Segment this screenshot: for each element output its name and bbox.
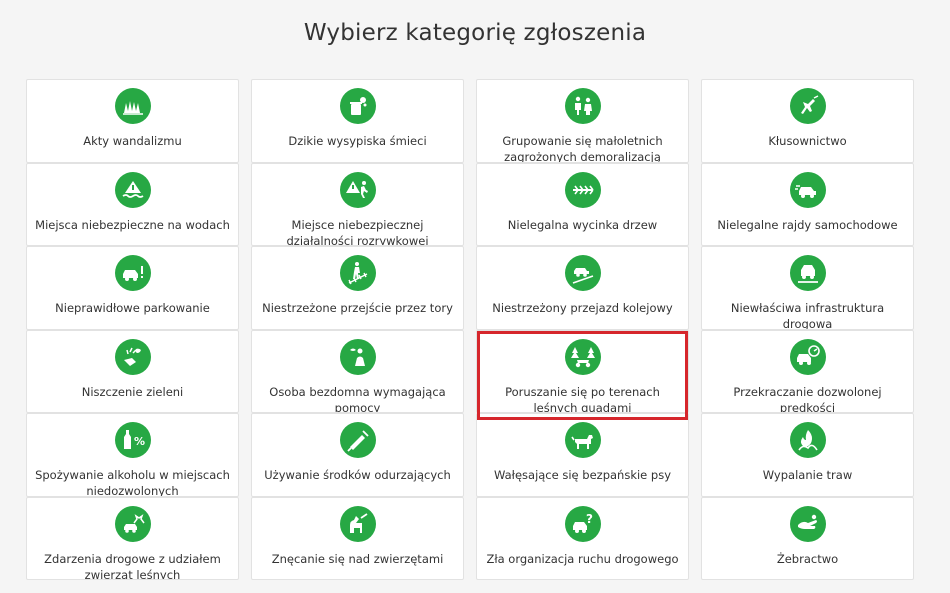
category-label: Niestrzeżony przejazd kolejowy: [492, 301, 673, 315]
category-card-16[interactable]: Przekraczanie dozwolonej prędkości: [701, 329, 914, 413]
category-card-17[interactable]: % Spożywanie alkoholu w miejscach niedozw…: [26, 413, 239, 497]
category-label: Przekraczanie dozwolonej prędkości: [733, 384, 882, 413]
category-card-18[interactable]: Używanie środków odurzających: [251, 413, 464, 497]
category-label: Nielegalna wycinka drzew: [507, 217, 658, 232]
category-label: Kłusownictwo: [768, 134, 847, 148]
category-card-19[interactable]: Wałęsające się bezpańskie psy: [476, 413, 689, 497]
parking-icon: [114, 255, 151, 291]
poaching-icon: [789, 88, 826, 124]
tree-felling-icon: [564, 171, 601, 208]
category-card-11[interactable]: Niestrzeżony przejazd kolejowy: [476, 246, 689, 330]
category-label: Akty wandalizmu: [83, 134, 182, 148]
alcohol-icon: %: [114, 422, 151, 458]
road-infrastructure-icon: [789, 255, 826, 291]
vandalism-icon: [114, 88, 151, 124]
category-label: Osoba bezdomna wymagająca pomocy: [269, 384, 446, 413]
category-card-23[interactable]: ? Zła organizacja ruchu drogowego: [476, 496, 689, 580]
traffic-organization-icon: ?: [564, 505, 601, 542]
greenery-destruction-icon: [114, 338, 151, 375]
category-card-7[interactable]: Nielegalna wycinka drzew: [476, 162, 689, 246]
danger-activity-icon: [339, 171, 376, 208]
category-label: Nielegalne rajdy samochodowe: [717, 217, 898, 232]
category-label: Wałęsające się bezpańskie psy: [494, 468, 671, 482]
rail-crossing-walk-icon: [339, 255, 376, 291]
category-card-10[interactable]: Niestrzeżone przejście przez tory: [251, 246, 464, 330]
category-card-5[interactable]: Miejsca niebezpieczne na wodach: [26, 162, 239, 246]
category-label: Grupowanie się małoletnich zagrożonych d…: [502, 134, 663, 163]
category-label: Niestrzeżone przejście przez tory: [262, 301, 453, 315]
svg-text:%: %: [134, 435, 145, 448]
animal-abuse-icon: [339, 505, 376, 542]
category-card-15[interactable]: Poruszanie się po terenach leśnych quada…: [476, 329, 689, 413]
grass-burning-icon: [789, 422, 826, 458]
category-label: Dzikie wysypiska śmieci: [288, 134, 427, 148]
category-label: Nieprawidłowe parkowanie: [55, 301, 210, 315]
category-label: Spożywanie alkoholu w miejscach niedozwo…: [35, 468, 230, 497]
category-card-2[interactable]: Dzikie wysypiska śmieci: [251, 79, 464, 163]
category-label: Miejsce niebezpiecznej działalności rozr…: [286, 217, 429, 246]
category-card-1[interactable]: Akty wandalizmu: [26, 79, 239, 163]
wildlife-accident-icon: [114, 505, 151, 542]
begging-icon: [789, 505, 826, 542]
group-people-icon: [564, 88, 601, 124]
category-label: Zdarzenia drogowe z udziałem zwierząt le…: [44, 551, 221, 580]
category-grid: Akty wandalizmu Dzikie wysypiska śmieci Gr…: [26, 79, 914, 580]
category-card-13[interactable]: Niszczenie zieleni: [26, 329, 239, 413]
homeless-icon: [339, 338, 376, 375]
category-card-14[interactable]: Osoba bezdomna wymagająca pomocy: [251, 329, 464, 413]
speeding-icon: [789, 338, 826, 375]
category-card-21[interactable]: Zdarzenia drogowe z udziałem zwierząt le…: [26, 496, 239, 580]
category-label: Zła organizacja ruchu drogowego: [486, 551, 679, 566]
svg-text:?: ?: [586, 512, 593, 526]
category-label: Niszczenie zieleni: [81, 384, 184, 399]
category-label: Żebractwo: [776, 551, 839, 566]
category-card-6[interactable]: Miejsce niebezpiecznej działalności rozr…: [251, 162, 464, 246]
car-rally-icon: [789, 171, 826, 208]
category-card-8[interactable]: Nielegalne rajdy samochodowe: [701, 162, 914, 246]
water-danger-icon: [114, 171, 151, 208]
category-label: Wypalanie traw: [762, 468, 853, 482]
trash-icon: [339, 88, 376, 124]
category-card-12[interactable]: Niewłaściwa infrastruktura drogowa: [701, 246, 914, 330]
category-card-20[interactable]: Wypalanie traw: [701, 413, 914, 497]
category-card-4[interactable]: Kłusownictwo: [701, 79, 914, 163]
category-label: Niewłaściwa infrastruktura drogowa: [730, 301, 885, 330]
category-card-3[interactable]: Grupowanie się małoletnich zagrożonych d…: [476, 79, 689, 163]
category-card-9[interactable]: Nieprawidłowe parkowanie: [26, 246, 239, 330]
category-label: Używanie środków odurzających: [264, 468, 451, 482]
drugs-icon: [339, 422, 376, 458]
category-label: Miejsca niebezpieczne na wodach: [35, 217, 230, 232]
quad-forest-icon: [564, 338, 601, 375]
category-label: Znęcanie się nad zwierzętami: [271, 551, 444, 566]
page-title: Wybierz kategorię zgłoszenia: [303, 20, 647, 46]
rail-crossing-car-icon: [564, 255, 601, 291]
stray-dog-icon: [564, 422, 601, 458]
category-card-24[interactable]: Żebractwo: [701, 496, 914, 580]
category-card-22[interactable]: Znęcanie się nad zwierzętami: [251, 496, 464, 580]
category-label: Poruszanie się po terenach leśnych quada…: [505, 384, 660, 413]
